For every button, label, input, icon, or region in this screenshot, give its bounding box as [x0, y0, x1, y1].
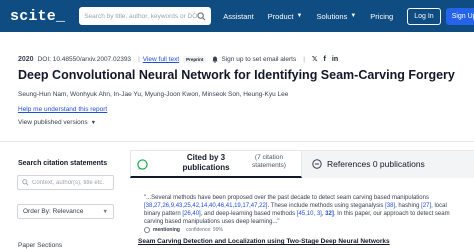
nav-product[interactable]: Product ▼ — [268, 12, 303, 21]
nav-product-label: Product — [267, 11, 294, 21]
top-nav-bar: scite_ Search by title, author, keywords… — [0, 0, 474, 32]
nav-assistant-label: Assistant — [223, 11, 254, 21]
cited-by-title: Cited by 3 publications — [175, 153, 237, 172]
nav-pricing-label: Pricing — [370, 11, 394, 21]
chat-bubble-icon — [137, 159, 148, 170]
citing-paper-title-link[interactable]: Seam Carving Detection and Localization … — [138, 238, 390, 245]
paper-doi: DOI: 10.48550/arxiv.2007.02393 — [37, 55, 132, 63]
citation-ref-link[interactable]: [27] — [421, 203, 431, 209]
publication-year: 2020 — [18, 55, 34, 63]
citation-search-heading: Search citation statements — [18, 160, 108, 167]
scite-logo[interactable]: scite_ — [10, 8, 65, 25]
citation-ref-link[interactable]: [38] — [385, 203, 395, 209]
login-button[interactable]: Log In — [407, 7, 441, 25]
help-understand-link[interactable]: Help me understand this report — [18, 106, 107, 113]
share-icons: 𝕏 f in — [312, 55, 338, 64]
snippet-text: , and deep-learning based methods — [200, 211, 297, 217]
snippet-text: "...Several methods have been proposed o… — [144, 195, 429, 201]
mentioning-tag: mentioning — [153, 227, 180, 233]
citation-ref-link[interactable]: 32] — [325, 211, 334, 217]
search-icon[interactable] — [197, 11, 206, 21]
separator: | — [138, 55, 140, 63]
nav-assistant[interactable]: Assistant — [223, 12, 253, 21]
citation-count-line1: (7 citation — [254, 154, 284, 161]
confidence-label: confidence: 99% — [185, 227, 223, 233]
citation-statement-count: (7 citation statements) — [239, 154, 299, 170]
citation-count-line2: statements) — [252, 162, 286, 169]
snippet-text: , hashing — [395, 203, 422, 209]
preprint-badge: Preprint — [183, 55, 207, 63]
references-label: References 0 publications — [327, 159, 425, 169]
mentioning-icon — [144, 227, 150, 233]
citation-ref-link[interactable]: [26,40] — [182, 211, 200, 217]
citation-ref-link[interactable]: [38,27,26,9,43,25,42,14,40,46,41,19,17,4… — [144, 203, 267, 209]
citation-search-input[interactable]: Context, author(s), title etc. — [17, 175, 114, 190]
twitter-icon[interactable]: 𝕏 — [312, 55, 318, 63]
facebook-icon[interactable]: f — [324, 56, 326, 63]
chevron-down-icon: ▼ — [102, 208, 108, 215]
nav-solutions-label: Solutions — [316, 11, 348, 21]
full-text-link[interactable]: View full text — [143, 56, 179, 63]
chevron-down-icon: ▼ — [296, 13, 303, 19]
cited-by-publications-label: publications — [182, 162, 230, 172]
paper-title: Deep Convolutional Neural Network for Id… — [18, 68, 455, 82]
paper-meta-row: 2020 DOI: 10.48550/arxiv.2007.02393 | Vi… — [18, 55, 338, 63]
signup-button[interactable]: Sign Up — [445, 7, 474, 25]
nav-pricing[interactable]: Pricing — [370, 12, 393, 21]
linkedin-icon[interactable]: in — [332, 56, 338, 63]
chevron-down-icon: ▼ — [90, 119, 97, 126]
email-alert-link[interactable]: Sign up to set email alerts — [212, 56, 296, 63]
cited-by-count-label: Cited by 3 — [186, 153, 226, 162]
citation-ref-link[interactable]: [45,10, 3] — [297, 211, 322, 217]
nav-solutions[interactable]: Solutions ▼ — [316, 12, 356, 21]
global-search-placeholder[interactable]: Search by title, author, keywords or DOI — [84, 13, 197, 20]
chevron-down-icon: ▼ — [350, 13, 357, 19]
citation-search-placeholder: Context, author(s), title etc. — [32, 179, 105, 186]
tab-cited-by[interactable]: Cited by 3 publications (7 citation stat… — [130, 150, 302, 178]
email-alert-label: Sign up to set email alerts — [221, 55, 297, 63]
order-by-value: Order By: Relevance — [23, 208, 84, 215]
published-versions-label: View published versions — [18, 119, 88, 126]
citation-tag-row: mentioning confidence: 99% — [144, 227, 223, 233]
citation-snippet: "...Several methods have been proposed o… — [144, 194, 464, 226]
tab-references[interactable]: References 0 publications — [302, 150, 474, 178]
bell-icon — [212, 56, 219, 63]
order-by-select[interactable]: Order By: Relevance ▼ — [17, 204, 114, 219]
citation-filter-panel: Search citation statements Context, auth… — [0, 142, 122, 249]
references-icon — [312, 159, 322, 169]
global-search-input[interactable]: Search by title, author, keywords or DOI — [79, 7, 212, 25]
paper-authors: Seung-Hun Nam, Wonhyuk Ahn, In-Jae Yu, M… — [18, 91, 289, 98]
separator: | — [303, 55, 305, 63]
citation-statement-card: "...Several methods have been proposed o… — [130, 178, 474, 248]
snippet-text: . These include methods using steganalys… — [267, 203, 386, 209]
published-versions-toggle[interactable]: View published versions ▼ — [18, 119, 96, 126]
search-icon — [22, 179, 29, 186]
citation-tabs: Cited by 3 publications (7 citation stat… — [130, 150, 474, 178]
